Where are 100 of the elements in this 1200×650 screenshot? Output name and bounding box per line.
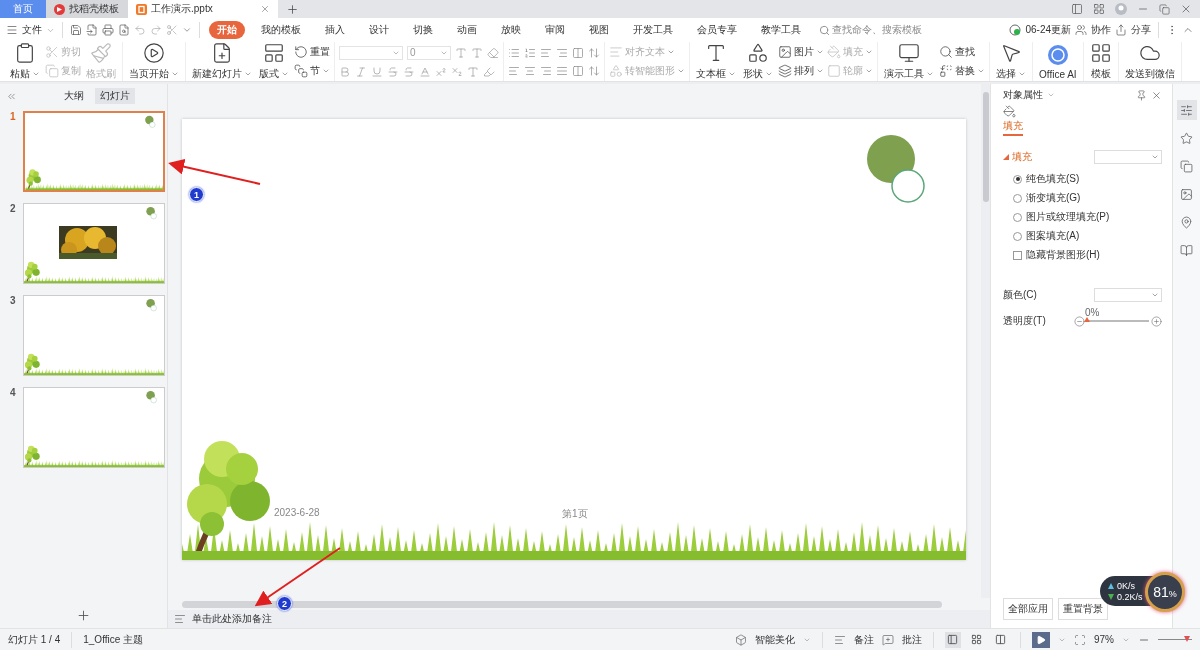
copy-icon[interactable] [1180, 159, 1193, 173]
slider-thumb[interactable] [1084, 317, 1090, 322]
search-field[interactable]: 查找命令、搜索模板 [832, 23, 922, 37]
image-icon[interactable] [1180, 187, 1193, 201]
ribbon-tab[interactable]: 视图 [581, 21, 617, 39]
ribbon-tab[interactable]: 切换 [405, 21, 441, 39]
close-icon[interactable] [1151, 89, 1162, 101]
ribbon-button[interactable]: 粘贴 [8, 41, 42, 82]
more-icon[interactable] [182, 25, 192, 35]
ribbon-button[interactable]: 替换 [939, 64, 985, 78]
ribbon-button[interactable]: 版式 [257, 41, 291, 82]
bold-icon[interactable] [339, 65, 351, 78]
panel-tab[interactable]: 大纲 [59, 88, 89, 104]
strikethrough-icon[interactable] [387, 65, 399, 78]
ribbon-tab[interactable]: 开发工具 [625, 21, 681, 39]
pin-icon[interactable] [1180, 215, 1193, 229]
subscript-icon[interactable] [451, 65, 463, 78]
distribute-icon[interactable] [572, 64, 584, 77]
undo-icon[interactable] [134, 24, 146, 36]
slide-thumbnail[interactable] [23, 387, 165, 468]
star-icon[interactable] [1180, 131, 1193, 145]
pin-icon[interactable] [1136, 89, 1147, 101]
share-link[interactable]: 分享 [1131, 23, 1151, 37]
ribbon-button[interactable]: 发送到微信 [1122, 41, 1177, 82]
eraser-icon[interactable] [487, 46, 499, 59]
ribbon-button[interactable]: 当页开始 [127, 41, 181, 82]
ribbon-tab[interactable]: 设计 [361, 21, 397, 39]
italic-icon[interactable] [355, 65, 367, 78]
sliders-icon[interactable] [1180, 103, 1193, 117]
ribbon-tab[interactable]: 审阅 [537, 21, 573, 39]
ribbon-tab[interactable]: 插入 [317, 21, 353, 39]
scrollbar[interactable] [182, 600, 942, 608]
ribbon-tab[interactable]: 我的模板 [253, 21, 309, 39]
ribbon-button[interactable]: 节 [294, 64, 330, 78]
ribbon-button[interactable]: 选择 [994, 41, 1028, 82]
view-button[interactable] [945, 631, 961, 648]
search-icon[interactable] [819, 24, 830, 36]
justify-icon[interactable] [556, 64, 568, 77]
minus-icon[interactable] [1074, 315, 1085, 327]
ribbon-button[interactable]: 排列 [778, 64, 824, 78]
ribbon-button[interactable]: 文本框 [694, 41, 738, 82]
close-icon[interactable] [260, 4, 270, 14]
font-name-field[interactable] [339, 45, 403, 60]
avatar-icon[interactable] [1115, 3, 1127, 15]
ribbon-button[interactable]: 图片 [778, 45, 824, 59]
fit-icon[interactable] [1074, 633, 1086, 646]
restore-icon[interactable] [1159, 3, 1170, 15]
fill-dropdown[interactable] [1094, 150, 1162, 164]
comments-button[interactable]: 批注 [902, 632, 922, 647]
apps-icon[interactable] [1093, 3, 1105, 15]
plus-icon[interactable] [1151, 315, 1162, 327]
ribbon-tab[interactable]: 教学工具 [753, 21, 809, 39]
sort-icon[interactable] [588, 46, 600, 59]
columns-icon[interactable] [572, 46, 584, 59]
print-icon[interactable] [102, 24, 114, 36]
preview-icon[interactable] [118, 24, 130, 36]
ribbon-tab[interactable]: 会员专享 [689, 21, 745, 39]
panel-button[interactable]: 重置背景 [1058, 598, 1108, 620]
ribbon-tab[interactable]: 动画 [449, 21, 485, 39]
panel-tab[interactable]: 幻灯片 [95, 88, 135, 104]
slide-thumbnail[interactable] [23, 111, 165, 192]
theme-name[interactable]: 1_Office 主题 [83, 632, 144, 647]
scrollbar[interactable] [981, 84, 990, 598]
panel-button[interactable]: 全部应用 [1003, 598, 1053, 620]
font-color-icon[interactable] [419, 65, 431, 78]
numbered-list-icon[interactable] [524, 46, 536, 59]
ribbon-button[interactable]: 形状 [741, 41, 775, 82]
ribbon-button[interactable]: 演示工具 [882, 41, 936, 82]
window-layout-icon[interactable] [1071, 3, 1083, 15]
ribbon-tab[interactable]: 放映 [493, 21, 529, 39]
file-menu[interactable]: 文件 [22, 23, 42, 37]
panel-title[interactable]: 对象属性 [1003, 88, 1043, 102]
user-icon[interactable] [1075, 24, 1087, 36]
notes-placeholder[interactable]: 单击此处添加备注 [192, 612, 272, 626]
new-tab-icon[interactable] [286, 2, 299, 16]
export-icon[interactable] [86, 24, 98, 36]
slide-thumbnail[interactable] [23, 295, 165, 376]
notes-button[interactable]: 备注 [854, 632, 874, 647]
align-right-icon[interactable] [540, 64, 552, 77]
add-slide-icon[interactable] [76, 607, 91, 623]
menu-icon[interactable] [6, 24, 18, 36]
bullet-list-icon[interactable] [508, 46, 520, 59]
zoom-slider-thumb[interactable] [1183, 636, 1190, 642]
close-icon[interactable] [1180, 3, 1192, 15]
share-icon[interactable] [1115, 24, 1127, 36]
play-button[interactable] [1032, 631, 1050, 648]
ribbon-button[interactable]: Office AI [1037, 42, 1079, 81]
cube-icon[interactable] [735, 633, 747, 646]
document-tab[interactable]: 找稻壳模板 [46, 0, 128, 18]
fill-tab[interactable]: 填充 [1003, 105, 1025, 136]
ribbon-button[interactable]: 模板 [1087, 41, 1114, 82]
checkbox[interactable] [1013, 250, 1022, 260]
ribbon-button[interactable]: 重置 [294, 45, 330, 59]
expand-triangle-icon[interactable] [1003, 154, 1009, 160]
color-dropdown[interactable] [1094, 288, 1162, 302]
outdent-icon[interactable] [540, 46, 552, 59]
ribbon-button[interactable]: 新建幻灯片 [190, 41, 254, 82]
superscript-icon[interactable] [435, 65, 447, 78]
book-icon[interactable] [1180, 243, 1193, 257]
align-left-icon[interactable] [508, 64, 520, 77]
